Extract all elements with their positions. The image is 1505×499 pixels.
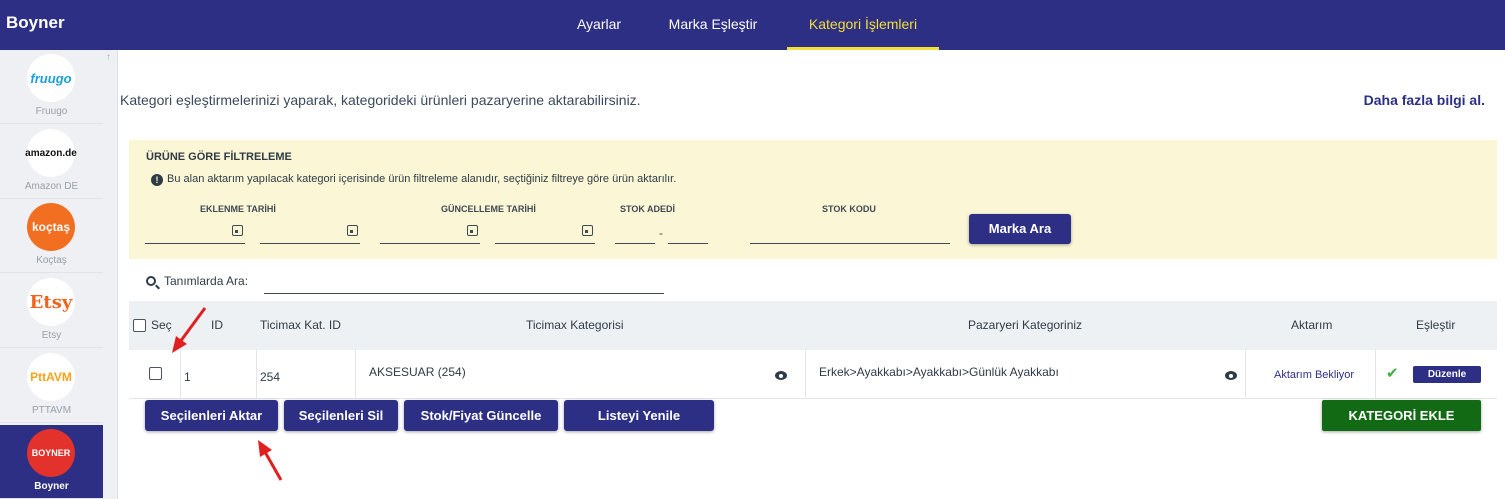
calendar-icon[interactable] (582, 225, 593, 236)
nav-ayarlar[interactable]: Ayarlar (563, 0, 635, 50)
calendar-icon[interactable] (467, 225, 478, 236)
amazon-logo: amazon.de (25, 129, 77, 177)
koctas-logo: koçtaş (27, 203, 75, 251)
info-icon: ! (151, 174, 163, 186)
add-category-button[interactable]: KATEGORİ EKLE (1322, 400, 1481, 431)
transfer-status: Aktarım Bekliyor (1274, 369, 1355, 381)
annotation-arrow-icon (258, 440, 283, 481)
stock-count-min-input[interactable] (615, 220, 655, 244)
check-icon: ✔ (1386, 365, 1399, 382)
scroll-up-icon[interactable]: ↑ (106, 52, 111, 63)
table-row: 1 254 AKSESUAR (254) Erkek>Ayakkabı>Ayak… (129, 350, 1497, 399)
brand-title: Boyner (6, 13, 65, 32)
th-ticimax-cat-id: Ticimax Kat. ID (260, 318, 341, 332)
added-date-from-input[interactable] (145, 220, 245, 244)
delete-selected-button[interactable]: Seçilenleri Sil (284, 400, 398, 431)
select-all-checkbox[interactable] (133, 319, 146, 332)
fruugo-logo: fruugo (27, 54, 75, 102)
column-divider (1375, 350, 1376, 399)
sidebar-item-label: Etsy (41, 330, 62, 341)
marketplace-sidebar: ↑ fruugo Fruugo amazon.de Amazon DE koçt… (0, 50, 118, 499)
sidebar-item-boyner[interactable]: BOYNER Boyner (0, 425, 103, 499)
definitions-search: Tanımlarda Ara: (146, 274, 248, 288)
transfer-selected-button[interactable]: Seçilenleri Aktar (145, 400, 278, 431)
pttavm-logo: PttAVM (27, 353, 75, 401)
definitions-search-input[interactable] (264, 293, 664, 294)
eye-icon[interactable] (775, 371, 787, 380)
th-transfer: Aktarım (1291, 318, 1333, 332)
table-header: Seç ID Ticimax Kat. ID Ticimax Kategoris… (129, 301, 1497, 350)
updated-date-to-input[interactable] (495, 220, 595, 244)
added-date-to-input[interactable] (260, 220, 360, 244)
calendar-icon[interactable] (347, 225, 358, 236)
nav-marka-eslestir[interactable]: Marka Eşleştir (654, 0, 772, 50)
search-brand-button[interactable]: Marka Ara (969, 214, 1071, 244)
nav-kategori-islemleri[interactable]: Kategori İşlemleri (787, 0, 939, 50)
sidebar-item-etsy[interactable]: Etsy Etsy (0, 274, 103, 348)
updated-date-label: GÜNCELLEME TARİHİ (441, 204, 536, 214)
sidebar-item-amazon-de[interactable]: amazon.de Amazon DE (0, 125, 103, 199)
th-ticimax-category: Ticimax Kategorisi (526, 318, 624, 332)
more-info-link[interactable]: Daha fazla bilgi al. (1364, 92, 1485, 108)
refresh-list-button[interactable]: Listeyi Yenile (564, 400, 714, 431)
filter-title: ÜRÜNE GÖRE FİLTRELEME (146, 151, 292, 163)
stock-count-label: STOK ADEDİ (620, 204, 676, 214)
sidebar-item-label: Koçtaş (36, 255, 67, 266)
intro-text: Kategori eşleştirmelerinizi yaparak, kat… (120, 92, 641, 108)
row-select-checkbox[interactable] (149, 367, 162, 380)
cell-ticimax-category: AKSESUAR (254) (369, 365, 466, 379)
column-divider (256, 350, 257, 399)
th-match: Eşleştir (1416, 318, 1456, 332)
eye-icon[interactable] (1225, 371, 1237, 380)
stock-code-input[interactable] (750, 220, 950, 244)
range-separator: - (659, 226, 663, 240)
column-divider (1245, 350, 1246, 399)
sidebar-item-label: Boyner (34, 481, 69, 492)
sidebar-item-koctas[interactable]: koçtaş Koçtaş (0, 199, 103, 273)
search-icon (146, 276, 156, 286)
added-date-label: EKLENME TARİHİ (200, 204, 276, 214)
filter-note: ! Bu alan aktarım yapılacak kategori içer… (151, 173, 676, 186)
boyner-logo: BOYNER (27, 429, 75, 477)
etsy-logo: Etsy (27, 278, 75, 326)
updated-date-from-input[interactable] (380, 220, 480, 244)
stock-code-label: STOK KODU (822, 204, 876, 214)
annotation-arrow-icon (172, 307, 207, 353)
update-stock-price-button[interactable]: Stok/Fiyat Güncelle (404, 400, 558, 431)
sidebar-item-label: PTTAVM (31, 405, 72, 416)
column-divider (805, 350, 806, 399)
th-marketplace-category: Pazaryeri Kategoriniz (968, 318, 1083, 332)
cell-id: 1 (184, 370, 191, 384)
cell-ticimax-cat-id: 254 (260, 370, 281, 384)
sidebar-item-label: Fruugo (35, 106, 68, 117)
sidebar-item-pttavm[interactable]: PttAVM PTTAVM (0, 349, 103, 423)
filter-panel: ÜRÜNE GÖRE FİLTRELEME ! Bu alan aktarım y… (129, 140, 1497, 259)
top-bar: Boyner Ayarlar Marka Eşleştir Kategori İ… (0, 0, 1505, 50)
column-divider (355, 350, 356, 399)
stock-count-max-input[interactable] (668, 220, 708, 244)
search-label: Tanımlarda Ara: (164, 274, 249, 288)
cell-marketplace-category: Erkek>Ayakkabı>Ayakkabı>Günlük Ayakkabı (819, 365, 1059, 379)
calendar-icon[interactable] (232, 225, 243, 236)
sidebar-item-fruugo[interactable]: fruugo Fruugo (0, 50, 103, 124)
edit-button[interactable]: Düzenle (1413, 366, 1481, 383)
sidebar-item-label: Amazon DE (24, 181, 79, 192)
